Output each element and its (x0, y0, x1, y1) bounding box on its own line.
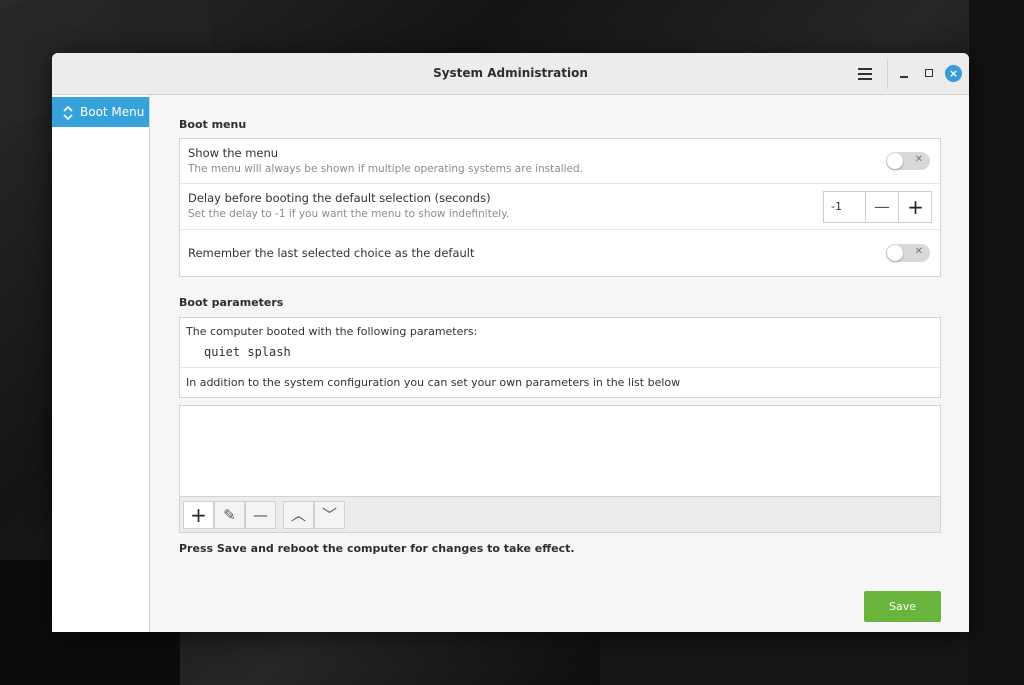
chevron-up-down-icon (62, 97, 74, 127)
save-button[interactable]: Save (864, 591, 941, 622)
custom-parameters-list[interactable]: + ✎ — ︿ ﹀ (179, 405, 941, 533)
minimize-icon[interactable] (900, 76, 908, 78)
booted-with-row: The computer booted with the following p… (180, 318, 940, 368)
show-menu-title: Show the menu (188, 146, 279, 160)
booted-with-text: The computer booted with the following p… (186, 325, 478, 338)
desktop-tile (0, 0, 60, 131)
list-toolbar: + ✎ — ︿ ﹀ (180, 496, 940, 532)
hamburger-menu-icon[interactable] (858, 68, 872, 80)
reboot-note: Press Save and reboot the computer for c… (179, 542, 575, 555)
delay-title: Delay before booting the default selecti… (188, 191, 491, 205)
delay-subtitle: Set the delay to -1 if you want the menu… (188, 208, 510, 220)
info-row: In addition to the system configuration … (180, 368, 940, 397)
desktop-tile (969, 0, 1024, 685)
toggle-knob (887, 153, 903, 169)
titlebar-separator (887, 59, 888, 89)
titlebar: System Administration × (52, 53, 969, 95)
boot-parameters-panel: The computer booted with the following p… (179, 317, 941, 398)
maximize-icon[interactable] (925, 69, 933, 77)
show-menu-toggle[interactable]: ✕ (886, 152, 930, 170)
boot-menu-heading: Boot menu (179, 118, 247, 131)
decrement-button[interactable]: — (866, 192, 899, 222)
window-title: System Administration (433, 66, 588, 80)
add-parameter-button[interactable]: + (183, 501, 214, 529)
boot-parameters-heading: Boot parameters (179, 296, 284, 309)
current-parameters: quiet splash (204, 345, 291, 359)
move-up-button[interactable]: ︿ (283, 501, 314, 529)
boot-menu-panel: Show the menu The menu will always be sh… (179, 138, 941, 277)
sidebar-item-boot-menu[interactable]: Boot Menu (52, 97, 149, 127)
edit-parameter-button[interactable]: ✎ (214, 501, 245, 529)
desktop-tile (600, 632, 1024, 685)
show-menu-row: Show the menu The menu will always be sh… (180, 139, 940, 184)
remember-row: Remember the last selected choice as the… (180, 230, 940, 276)
system-administration-window: System Administration × Boot Menu Boot m… (52, 53, 969, 632)
parameters-info: In addition to the system configuration … (186, 376, 681, 389)
increment-button[interactable]: + (899, 192, 932, 222)
delay-row: Delay before booting the default selecti… (180, 184, 940, 230)
show-menu-subtitle: The menu will always be shown if multipl… (188, 163, 584, 175)
desktop-tile (120, 0, 210, 50)
move-down-button[interactable]: ﹀ (314, 501, 345, 529)
sidebar: Boot Menu (52, 95, 150, 632)
remember-toggle[interactable]: ✕ (886, 244, 930, 262)
toggle-knob (887, 245, 903, 261)
remove-parameter-button[interactable]: — (245, 501, 276, 529)
close-icon[interactable]: × (945, 65, 962, 82)
sidebar-item-label: Boot Menu (80, 105, 145, 119)
toggle-off-icon: ✕ (914, 246, 923, 257)
remember-title: Remember the last selected choice as the… (188, 246, 475, 260)
delay-stepper: -1 — + (823, 191, 932, 223)
delay-input[interactable]: -1 (824, 192, 866, 222)
toggle-off-icon: ✕ (914, 154, 923, 165)
